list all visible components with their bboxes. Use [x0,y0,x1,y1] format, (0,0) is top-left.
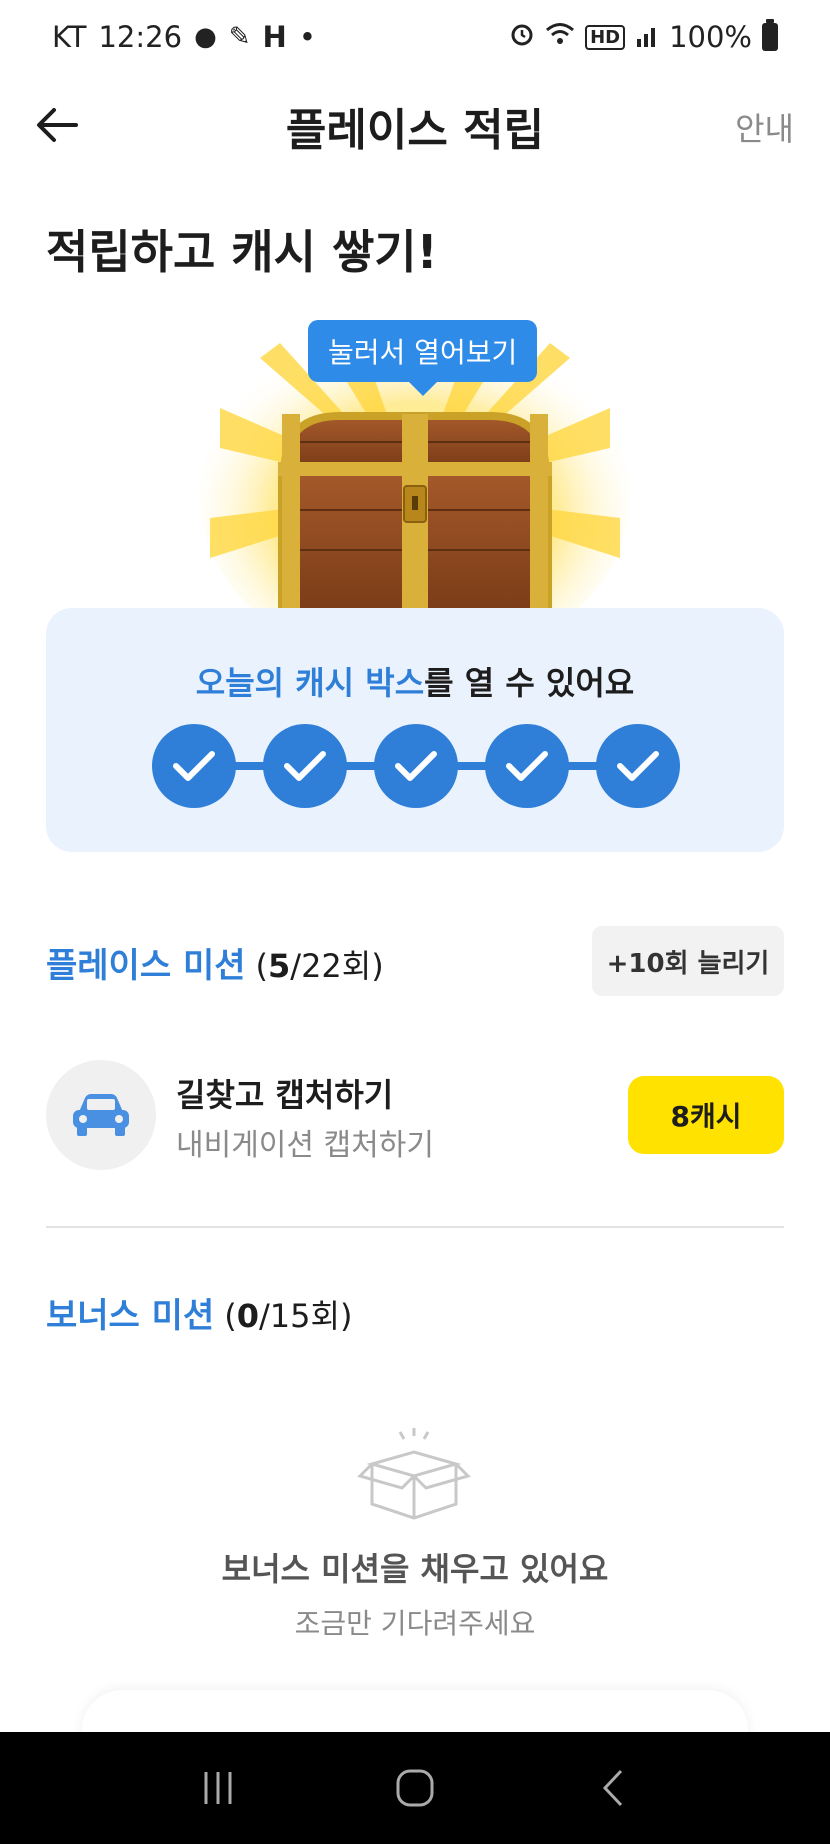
home-button[interactable] [375,1748,455,1828]
mission-icon-circle [46,1060,156,1170]
cash-box-title: 오늘의 캐시 박스를 열 수 있어요 [46,658,784,704]
alarm-icon [509,20,535,54]
status-bar: KT 12:26 ● ✎ H • HD 100% [0,0,830,74]
back-nav-button[interactable] [572,1748,652,1828]
bonus-mission-count: (0/15회) [224,1297,353,1335]
mission-item[interactable]: 길찾고 캡처하기 내비게이션 캡처하기 8캐시 [46,1060,784,1170]
place-mission-header: 플레이스 미션 (5/22회) [46,938,384,987]
signal-icon [635,20,659,54]
info-button[interactable]: 안내 [735,104,794,150]
h-indicator: H [262,20,287,54]
headline: 적립하고 캐시 쌓기! [46,225,438,279]
step-4-check [485,724,569,808]
chevron-left-icon [602,1769,622,1807]
bonus-mission-title: 보너스 미션 [46,1296,215,1336]
mission-title: 길찾고 캡처하기 [176,1076,394,1114]
clock: 12:26 [98,20,183,54]
hd-badge: HD [585,24,626,50]
open-chest-tooltip[interactable]: 눌러서 열어보기 [308,320,538,396]
empty-state-subtitle: 조금만 기다려주세요 [294,1607,536,1640]
battery-percent: 100% [669,20,752,54]
step-5-check [596,724,680,808]
cash-box-card: 오늘의 캐시 박스를 열 수 있어요 [46,608,784,852]
wifi-icon [545,20,575,54]
step-2-check [263,724,347,808]
step-3-check [374,724,458,808]
cash-box-title-rest: 를 열 수 있어요 [424,664,635,702]
section-divider [46,1226,784,1228]
empty-state-title: 보너스 미션을 채우고 있어요 [221,1550,609,1588]
system-nav-bar [0,1732,830,1844]
car-icon [73,1094,129,1136]
place-mission-title: 플레이스 미션 [46,946,246,986]
cash-box-title-accent: 오늘의 캐시 박스 [195,664,425,702]
notification-dot: • [298,20,316,54]
recent-apps-icon [204,1772,232,1804]
recent-apps-button[interactable] [178,1748,258,1828]
place-mission-count: (5/22회) [255,947,384,985]
reward-button[interactable]: 8캐시 [628,1076,784,1154]
bonus-mission-header: 보너스 미션 (0/15회) [46,1288,352,1337]
battery-icon [762,19,778,51]
page-title: 플레이스 적립 [285,105,545,156]
pen-icon: ✎ [228,22,251,52]
home-icon [396,1769,434,1807]
mission-subtitle: 내비게이션 캡처하기 [176,1128,434,1163]
messenger-icon: ● [194,22,217,52]
progress-steps [152,724,682,808]
carrier-label: KT [52,20,87,54]
app-header: 플레이스 적립 안내 [0,80,830,170]
step-1-check [152,724,236,808]
extend-button[interactable]: +10회 늘리기 [592,926,784,996]
empty-box-icon [356,1424,472,1524]
